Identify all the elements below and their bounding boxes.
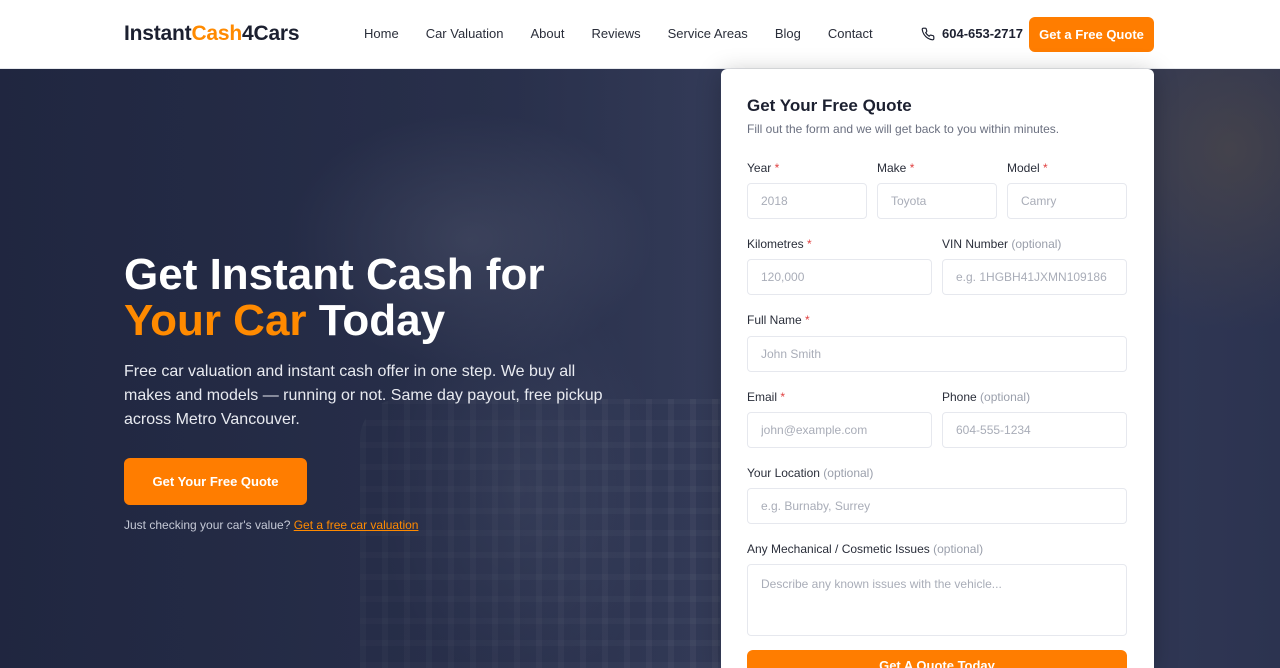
hero-title-rest: Today [318,296,446,345]
nav-reviews[interactable]: Reviews [591,26,640,41]
main-nav: Home Car Valuation About Reviews Service… [364,26,900,41]
hero-title: Get Instant Cash for Your Car Today [124,252,644,344]
nav-contact[interactable]: Contact [828,26,873,41]
form-subtitle: Fill out the form and we will get back t… [747,122,1060,136]
nav-about[interactable]: About [531,26,565,41]
nav-blog[interactable]: Blog [775,26,801,41]
phone-field[interactable] [942,412,1127,448]
phone-icon [921,27,935,40]
model-label: Model * [1007,161,1048,175]
email-field[interactable] [747,412,932,448]
hero-title-line1: Get Instant Cash for [124,250,545,299]
submit-quote-button[interactable]: Get A Quote Today [747,650,1127,668]
hero-quote-button[interactable]: Get Your Free Quote [124,458,307,505]
nav-car-valuation[interactable]: Car Valuation [426,26,504,41]
full-name-label: Full Name * [747,313,810,327]
logo-text-1: Instant [124,22,192,45]
kilometres-field[interactable] [747,259,932,295]
logo-text-2: Cash [191,22,242,45]
nav-service-areas[interactable]: Service Areas [668,26,748,41]
full-name-field[interactable] [747,336,1127,372]
issues-field[interactable] [747,564,1127,636]
header-quote-button[interactable]: Get a Free Quote [1029,17,1154,52]
hero-title-accent: Your Car [124,296,307,345]
phone-link[interactable]: 604-653-2717 [921,26,1023,41]
site-header: InstantCash4Cars Home Car Valuation Abou… [0,0,1280,69]
site-logo[interactable]: InstantCash4Cars [124,22,300,46]
kilometres-label: Kilometres * [747,237,812,251]
quote-form-card: Get Your Free Quote Fill out the form an… [721,69,1154,668]
location-field[interactable] [747,488,1127,524]
phone-number: 604-653-2717 [942,26,1023,41]
vin-label: VIN Number (optional) [942,237,1062,251]
issues-label: Any Mechanical / Cosmetic Issues (option… [747,542,984,556]
hero-note-text: Just checking your car's value? [124,518,291,532]
hero-note: Just checking your car's value? Get a fr… [124,518,418,532]
nav-home[interactable]: Home [364,26,399,41]
year-field[interactable] [747,183,867,219]
form-title: Get Your Free Quote [747,96,912,115]
logo-text-3: 4Cars [242,22,300,45]
hero-section: Get Instant Cash for Your Car Today Free… [0,69,1280,668]
phone-label: Phone (optional) [942,390,1031,404]
model-field[interactable] [1007,183,1127,219]
vin-field[interactable] [942,259,1127,295]
email-label: Email * [747,390,786,404]
free-valuation-link[interactable]: Get a free car valuation [294,518,419,532]
hero-description: Free car valuation and instant cash offe… [124,363,603,428]
year-label: Year * [747,161,780,175]
make-label: Make * [877,161,915,175]
make-field[interactable] [877,183,997,219]
location-label: Your Location (optional) [747,466,874,480]
